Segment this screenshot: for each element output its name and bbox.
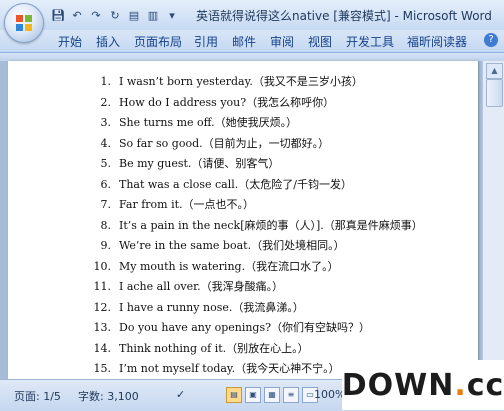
full-screen-view-icon[interactable]: ▣ <box>245 387 261 403</box>
watermark-dot: . <box>454 367 467 403</box>
document-workspace: 1. I wasn’t born yesterday.（我又不是三岁小孩） 2. Ho… <box>0 61 482 379</box>
list-item-number: 4. <box>100 137 112 150</box>
list-item-text: That was a close call.（太危险了/千钧一发） <box>119 178 352 191</box>
list-item-text: She turns me off.（她使我厌烦。） <box>119 116 298 129</box>
list-item-number: 15. <box>93 362 112 375</box>
web-layout-view-icon[interactable]: ▦ <box>264 387 280 403</box>
redo-icon[interactable]: ↷ <box>88 7 104 23</box>
title-bar: 💾︎ ↶ ↷ ↻ ▤ ▥ ▾ 英语就得说得这么native [兼容模式] - M… <box>0 0 504 31</box>
list-item: 8. It’s a pain in the neck[麻烦的事（人）].（那真是件… <box>83 217 423 235</box>
list-item: 4. So far so good.（目前为止，一切都好。） <box>83 135 330 153</box>
list-item-number: 2. <box>100 96 112 109</box>
page-count[interactable]: 页面: 1/5 <box>14 388 61 404</box>
list-item: 6. That was a close call.（太危险了/千钧一发） <box>83 176 352 194</box>
list-item-text: So far so good.（目前为止，一切都好。） <box>119 137 330 150</box>
list-item: 15. I’m not myself today.（我今天心神不宁。） <box>83 360 340 378</box>
list-item-number: 1. <box>100 75 112 88</box>
quick-access-toolbar: 💾︎ ↶ ↷ ↻ ▤ ▥ ▾ <box>50 6 180 24</box>
list-item-text: Be my guest.（请便、别客气） <box>119 157 280 170</box>
save-icon[interactable]: 💾︎ <box>50 7 66 23</box>
outline-view-icon[interactable]: ≡ <box>283 387 299 403</box>
list-item-number: 10. <box>93 260 112 273</box>
list-item: 12. I have a runny nose.（我流鼻涕。） <box>83 299 304 317</box>
list-item-text: I have a runny nose.（我流鼻涕。） <box>119 301 304 314</box>
list-item: 13. Do you have any openings?（你们有空缺吗？） <box>83 319 371 337</box>
list-item-text: Far from it.（一点也不。） <box>119 198 255 211</box>
scroll-thumb[interactable] <box>486 79 503 107</box>
tab-review[interactable]: 审阅 <box>270 33 294 49</box>
tab-references[interactable]: 引用 <box>194 33 218 49</box>
spelling-icon[interactable]: ✓ <box>176 388 185 401</box>
tab-mailings[interactable]: 邮件 <box>232 33 256 49</box>
vertical-scrollbar[interactable]: ▲ <box>482 61 504 379</box>
tab-developer[interactable]: 开发工具 <box>346 33 394 49</box>
list-item-number: 6. <box>100 178 112 191</box>
list-item: 11. I ache all over.（我浑身酸痛。） <box>83 278 284 296</box>
list-item-number: 12. <box>93 301 112 314</box>
document-page[interactable]: 1. I wasn’t born yesterday.（我又不是三岁小孩） 2. Ho… <box>8 61 478 379</box>
list-item-text: It’s a pain in the neck[麻烦的事（人）].（那真是件麻烦… <box>119 219 423 232</box>
print-layout-view-icon[interactable]: ▤ <box>226 387 242 403</box>
list-item-text: Think nothing of it.（别放在心上。） <box>119 342 309 355</box>
list-item-number: 13. <box>93 321 112 334</box>
list-item-text: How do I address you?（我怎么称呼你） <box>119 96 335 109</box>
list-item-number: 3. <box>100 116 112 129</box>
watermark-text: DOWN <box>341 367 455 403</box>
print-icon[interactable]: ▥ <box>145 7 161 23</box>
repeat-icon[interactable]: ↻ <box>107 7 123 23</box>
scroll-up-icon[interactable]: ▲ <box>486 63 503 79</box>
word-count[interactable]: 字数: 3,100 <box>78 388 139 404</box>
list-item: 10. My mouth is watering.（我在流口水了。） <box>83 258 339 276</box>
list-item: 14. Think nothing of it.（别放在心上。） <box>83 340 309 358</box>
list-item: 5. Be my guest.（请便、别客气） <box>83 155 280 173</box>
help-icon[interactable]: ? <box>484 33 498 47</box>
list-item: 7. Far from it.（一点也不。） <box>83 196 255 214</box>
ribbon-tabs: 开始 插入 页面布局 引用 邮件 审阅 视图 开发工具 福昕阅读器 ? <box>0 30 504 53</box>
tab-home[interactable]: 开始 <box>58 33 82 49</box>
tab-insert[interactable]: 插入 <box>96 33 120 49</box>
list-item-text: I wasn’t born yesterday.（我又不是三岁小孩） <box>119 75 363 88</box>
watermark-suffix: cc <box>466 367 504 403</box>
list-item-text: My mouth is watering.（我在流口水了。） <box>119 260 339 273</box>
list-item: 2. How do I address you?（我怎么称呼你） <box>83 94 335 112</box>
open-icon[interactable]: ▤ <box>126 7 142 23</box>
window-title: 英语就得说得这么native [兼容模式] - Microsoft Word <box>196 9 492 23</box>
view-buttons: ▤ ▣ ▦ ≡ ▭ <box>226 387 318 403</box>
list-item-number: 5. <box>100 157 112 170</box>
list-item-number: 14. <box>93 342 112 355</box>
list-item-number: 11. <box>93 280 112 293</box>
list-item-number: 9. <box>100 239 112 252</box>
list-item: 1. I wasn’t born yesterday.（我又不是三岁小孩） <box>83 73 363 91</box>
list-item-text: I ache all over.（我浑身酸痛。） <box>119 280 284 293</box>
list-item-text: Do you have any openings?（你们有空缺吗？） <box>119 321 371 334</box>
customize-qat-icon[interactable]: ▾ <box>164 7 180 23</box>
tab-view[interactable]: 视图 <box>308 33 332 49</box>
list-item-number: 8. <box>100 219 112 232</box>
undo-icon[interactable]: ↶ <box>69 7 85 23</box>
list-item: 9. We’re in the same boat.（我们处境相同。） <box>83 237 345 255</box>
list-item: 3. She turns me off.（她使我厌烦。） <box>83 114 298 132</box>
list-item-text: I’m not myself today.（我今天心神不宁。） <box>119 362 340 375</box>
office-button[interactable] <box>4 3 44 43</box>
list-item-text: We’re in the same boat.（我们处境相同。） <box>119 239 345 252</box>
watermark-logo: DOWN.cc <box>342 360 504 410</box>
office-logo-icon <box>16 15 32 31</box>
ribbon-collapsed <box>0 53 504 61</box>
tab-page-layout[interactable]: 页面布局 <box>134 33 182 49</box>
tab-foxit-reader[interactable]: 福昕阅读器 <box>407 33 467 49</box>
list-item-number: 7. <box>100 198 112 211</box>
